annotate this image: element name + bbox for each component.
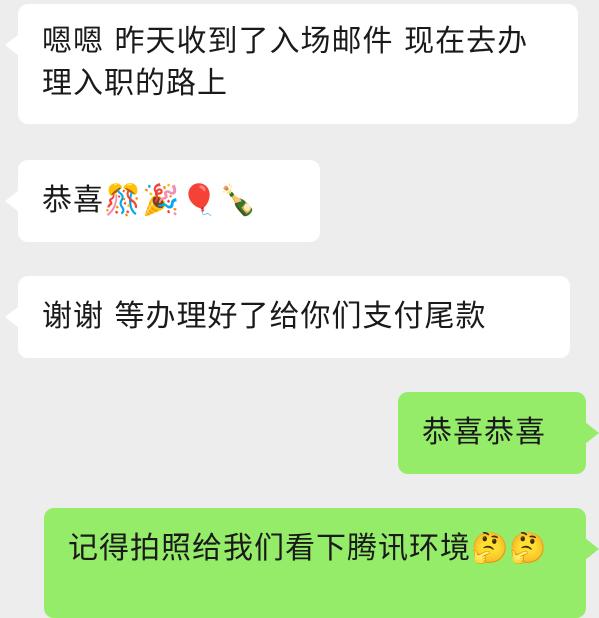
message-text: 恭喜恭喜 (422, 415, 546, 450)
bubble-tail (5, 34, 19, 56)
message-bubble-incoming[interactable]: 嗯嗯 昨天收到了入场邮件 现在去办理入职的路上 (5, 4, 578, 124)
bubble-tail (585, 538, 599, 560)
message-bubble-incoming[interactable]: 恭喜🎊🎉🎈🍾 (5, 160, 320, 242)
message-bubble-incoming[interactable]: 谢谢 等办理好了给你们支付尾款 (5, 276, 570, 358)
bubble-tail (5, 190, 19, 212)
message-text: 嗯嗯 昨天收到了入场邮件 现在去办理入职的路上 (42, 24, 529, 101)
bubble-tail (585, 422, 599, 444)
message-text: 谢谢 等办理好了给你们支付尾款 (42, 299, 487, 334)
message-bubble-outgoing[interactable]: 恭喜恭喜 (398, 392, 599, 474)
message-bubble-outgoing[interactable]: 记得拍照给我们看下腾讯环境🤔🤔 (44, 508, 599, 618)
bubble-tail (5, 306, 19, 328)
message-text: 恭喜🎊🎉🎈🍾 (42, 183, 258, 218)
message-text: 记得拍照给我们看下腾讯环境🤔🤔 (68, 531, 548, 566)
